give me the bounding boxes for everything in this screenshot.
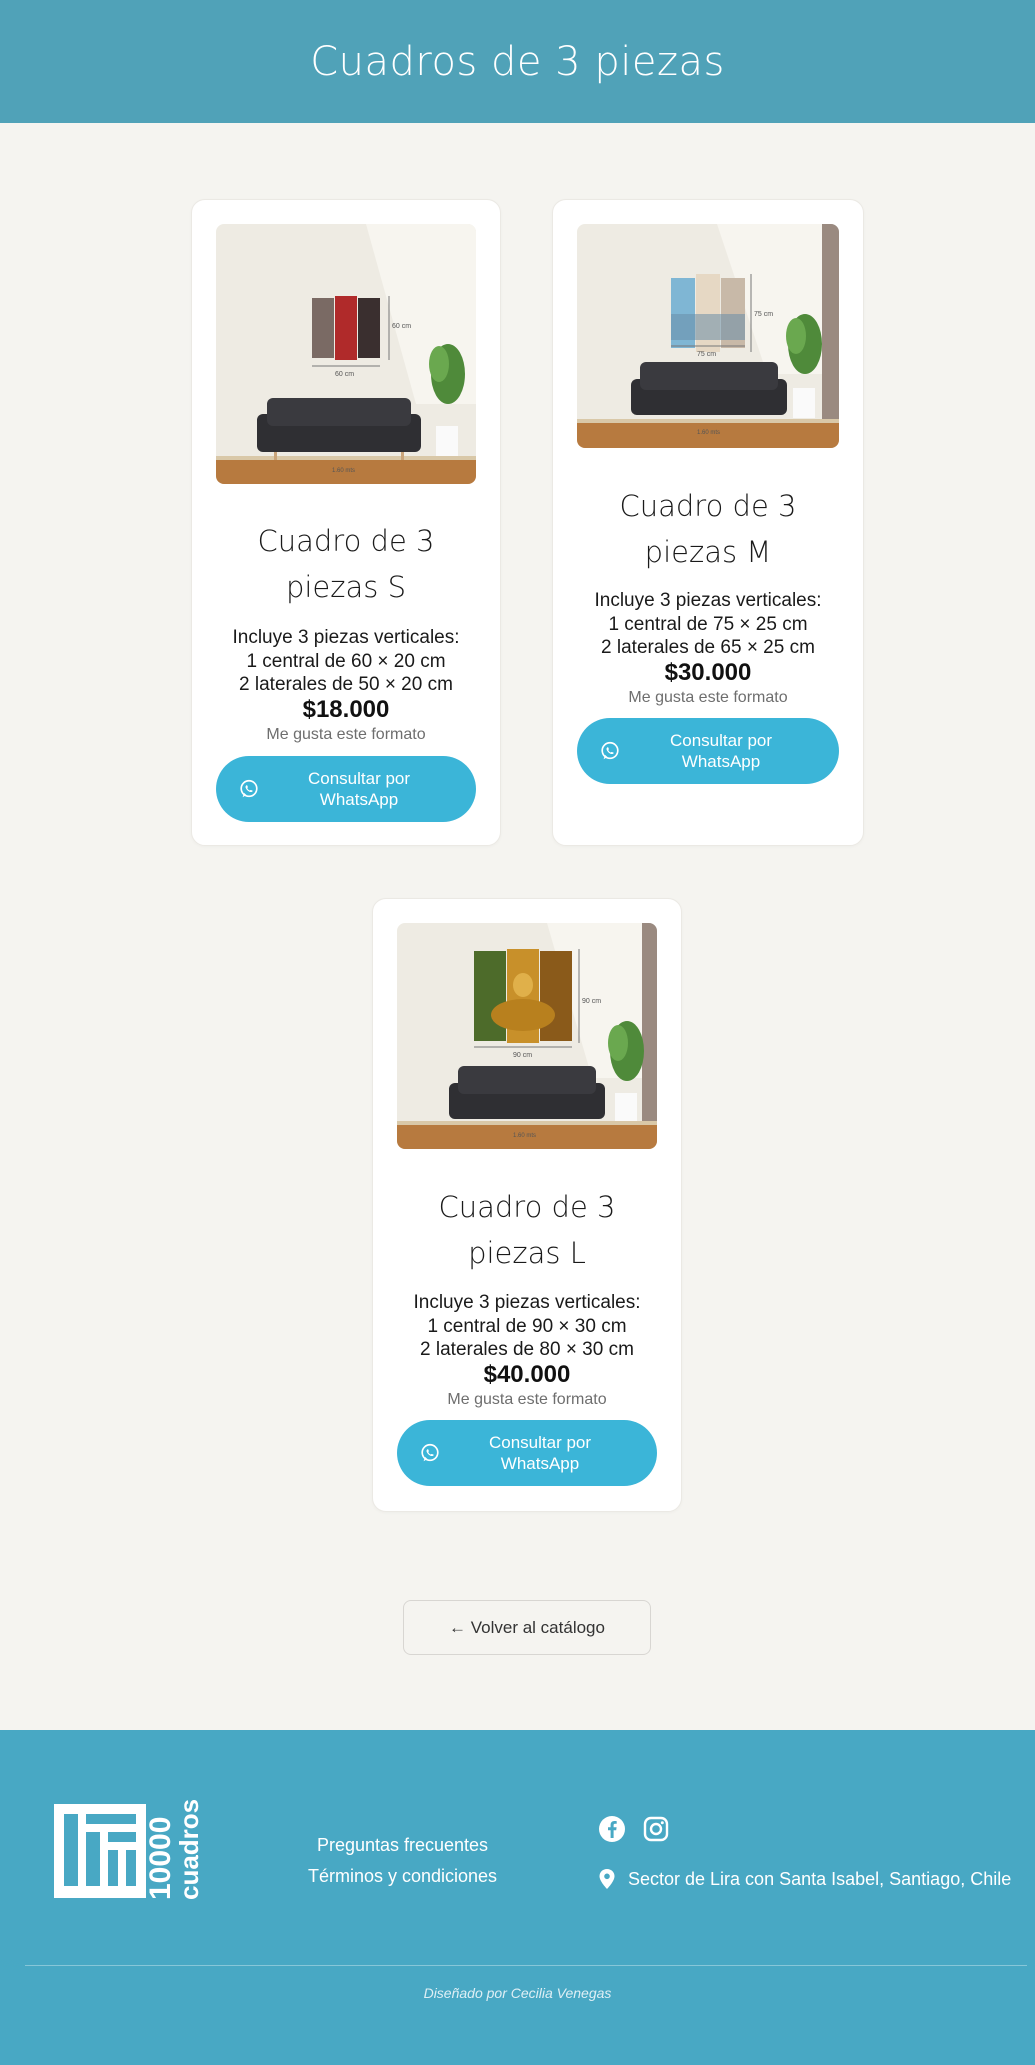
whatsapp-label-line: WhatsApp (681, 752, 761, 771)
whatsapp-label-line: WhatsApp (500, 1454, 580, 1473)
like-format-text[interactable]: Me gusta este formato (373, 1391, 681, 1409)
whatsapp-label-line: Consultar por (488, 1433, 592, 1452)
footer-divider (25, 1965, 1027, 1966)
product-title: Cuadro de 3 piezas L (373, 1184, 681, 1276)
product-price: $40.000 (483, 1361, 571, 1388)
width-dimension-label: 90 cm (513, 1052, 532, 1059)
description-line: 1 central de 60 × 20 cm (246, 650, 446, 672)
product-photo: 90 cm 90 cm 1.60 mts (397, 923, 657, 1149)
whatsapp-button[interactable]: Consultar por WhatsApp (216, 756, 476, 822)
product-price: $18.000 (302, 696, 390, 723)
description-line: Incluye 3 piezas verticales: (413, 1292, 641, 1313)
product-title: Cuadro de 3 piezas M (553, 483, 863, 575)
page-title: Cuadros de 3 piezas (310, 38, 725, 85)
description-line: 2 laterales de 80 × 30 cm (420, 1339, 634, 1360)
product-description: Incluye 3 piezas verticales: 1 central d… (373, 1291, 681, 1362)
brand-logo[interactable]: 10000 cuadros (52, 1799, 204, 1909)
whatsapp-icon (419, 1442, 441, 1464)
product-photo: 60 cm 60 cm 1.60 mts (216, 224, 476, 484)
designer-credit: Diseñado por Cecilia Venegas (423, 1985, 612, 2001)
description-line: 1 central de 75 × 25 cm (608, 613, 808, 635)
product-title-line: piezas S (285, 570, 407, 604)
footer-links: Preguntas frecuentes Términos y condicio… (280, 1830, 525, 1892)
whatsapp-button[interactable]: Consultar por WhatsApp (397, 1420, 657, 1486)
sofa-dimension-label: 1.60 mts (332, 468, 355, 474)
whatsapp-button[interactable]: Consultar por WhatsApp (577, 718, 839, 784)
product-title: Cuadro de 3 piezas S (192, 518, 500, 610)
like-format-text[interactable]: Me gusta este formato (553, 689, 863, 707)
svg-text:cuadros: cuadros (174, 1800, 202, 1900)
whatsapp-label-line: WhatsApp (319, 790, 399, 809)
social-links (598, 1815, 670, 1843)
whatsapp-label-line: Consultar por (307, 769, 411, 788)
product-card-l: 90 cm 90 cm 1.60 mts Cuadro de 3 piezas … (372, 898, 682, 1512)
product-price: $30.000 (664, 659, 752, 686)
facebook-icon[interactable] (598, 1815, 626, 1843)
location-pin-icon (598, 1868, 616, 1890)
description-line: Incluye 3 piezas verticales: (594, 590, 822, 611)
whatsapp-icon (238, 778, 260, 800)
height-dimension-label: 75 cm (754, 311, 773, 318)
sofa-dimension-label: 1.60 mts (513, 1133, 536, 1139)
product-title-line: piezas L (468, 1236, 586, 1270)
instagram-icon[interactable] (642, 1815, 670, 1843)
address-text: Sector de Lira con Santa Isabel, Santiag… (628, 1868, 1012, 1889)
description-line: 2 laterales de 50 × 20 cm (239, 674, 453, 695)
whatsapp-icon (599, 740, 621, 762)
svg-text:10000: 10000 (144, 1817, 177, 1900)
description-line: 2 laterales de 65 × 25 cm (601, 637, 815, 658)
width-dimension-label: 60 cm (335, 371, 354, 378)
like-format-text[interactable]: Me gusta este formato (192, 726, 500, 744)
sofa-dimension-label: 1.60 mts (697, 430, 720, 436)
description-line: Incluye 3 piezas verticales: (232, 627, 460, 648)
back-to-catalog-button[interactable]: ← Volver al catálogo (403, 1600, 651, 1655)
page-header: Cuadros de 3 piezas (0, 0, 1035, 123)
description-line: 1 central de 90 × 30 cm (427, 1315, 627, 1337)
height-dimension-label: 90 cm (582, 998, 601, 1005)
whatsapp-label-line: Consultar por (669, 731, 773, 750)
product-card-s: 60 cm 60 cm 1.60 mts Cuadro de 3 piezas … (191, 199, 501, 846)
terms-link[interactable]: Términos y condiciones (280, 1861, 525, 1892)
address: Sector de Lira con Santa Isabel, Santiag… (598, 1868, 1011, 1890)
product-description: Incluye 3 piezas verticales: 1 central d… (192, 626, 500, 697)
width-dimension-label: 75 cm (697, 351, 716, 358)
height-dimension-label: 60 cm (392, 323, 411, 330)
faq-link[interactable]: Preguntas frecuentes (280, 1830, 525, 1861)
product-title-line: piezas M (644, 535, 772, 569)
product-photo: 75 cm 75 cm 1.60 mts (577, 224, 839, 448)
product-card-m: 75 cm 75 cm 1.60 mts Cuadro de 3 piezas … (552, 199, 864, 846)
product-title-line: Cuadro de 3 (257, 524, 435, 558)
product-title-line: Cuadro de 3 (619, 489, 797, 523)
product-description: Incluye 3 piezas verticales: 1 central d… (553, 589, 863, 660)
footer: 10000 cuadros Preguntas frecuentes Térmi… (0, 1730, 1035, 2065)
product-title-line: Cuadro de 3 (438, 1190, 616, 1224)
